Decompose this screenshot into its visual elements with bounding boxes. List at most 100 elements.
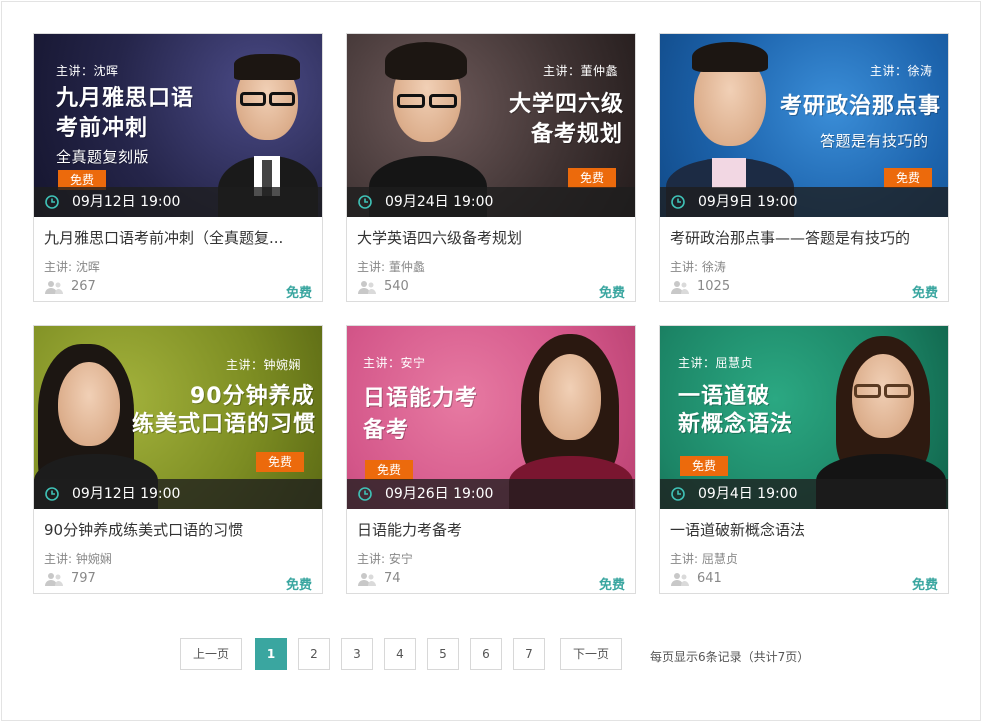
people-icon [358,572,376,586]
time-bar: 09月24日 19:00 [347,187,635,217]
price-label: 免费 [598,578,625,593]
banner-subtitle: 全真题复刻版 [56,148,150,166]
course-title[interactable]: 考研政治那点事——答题是有技巧的 [670,227,938,248]
view-count-value: 540 [384,279,409,294]
banner-lecturer: 主讲：董仲蠡 [543,64,619,78]
view-count-value: 267 [71,279,96,294]
free-badge: 免费 [568,168,616,188]
time-bar: 09月26日 19:00 [347,479,635,509]
view-count-value: 1025 [697,279,731,294]
banner-headline-line1: 大学四六级 [509,92,625,117]
free-badge: 免费 [680,456,728,476]
view-count-value: 641 [697,571,722,586]
time-bar: 09月9日 19:00 [660,187,948,217]
time-bar: 09月4日 19:00 [660,479,948,509]
people-icon [358,280,376,294]
next-page-button[interactable]: 下一页 [560,638,622,670]
course-card[interactable]: 主讲：安宁 日语能力考 备考 免费 09月26日 19:00 日语能力考备考 主… [346,325,636,594]
price-label: 免费 [911,578,938,593]
people-icon [671,280,689,294]
people-icon [45,572,63,586]
course-datetime: 09月12日 19:00 [72,486,181,502]
banner-headline-line1: 九月雅思口语 [56,86,195,111]
prev-page-button[interactable]: 上一页 [180,638,242,670]
banner-headline-line1: 考研政治那点事 [780,94,942,119]
course-banner[interactable]: 主讲：钟婉娴 90分钟养成 练美式口语的习惯 免费 09月12日 19:00 [34,326,322,509]
banner-lecturer: 主讲：屈慧贞 [678,356,754,370]
course-banner[interactable]: 主讲：董仲蠡 大学四六级 备考规划 免费 09月24日 19:00 [347,34,635,217]
banner-lecturer: 主讲：安宁 [363,356,426,370]
clock-icon [671,487,685,501]
page-button-1[interactable]: 1 [255,638,287,670]
banner-lecturer: 主讲：徐涛 [870,64,933,78]
course-banner[interactable]: 主讲：沈晖 九月雅思口语 考前冲刺 全真题复刻版 免费 09月12日 19:00 [34,34,322,217]
clock-icon [358,195,372,209]
clock-icon [45,487,59,501]
course-banner[interactable]: 主讲：徐涛 考研政治那点事 答题是有技巧的 免费 09月9日 19:00 [660,34,948,217]
page-button-5[interactable]: 5 [427,638,459,670]
course-title[interactable]: 一语道破新概念语法 [670,519,938,540]
price-label: 免费 [598,286,625,301]
course-banner[interactable]: 主讲：安宁 日语能力考 备考 免费 09月26日 19:00 [347,326,635,509]
page-button-3[interactable]: 3 [341,638,373,670]
price-label: 免费 [911,286,938,301]
view-count-value: 797 [71,571,96,586]
banner-headline-line1: 一语道破 [678,384,771,409]
free-badge: 免费 [256,452,304,472]
banner-lecturer: 主讲：钟婉娴 [226,358,302,372]
page-button-7[interactable]: 7 [513,638,545,670]
people-icon [671,572,689,586]
course-title[interactable]: 日语能力考备考 [357,519,625,540]
page-button-4[interactable]: 4 [384,638,416,670]
banner-subtitle: 答题是有技巧的 [820,132,929,150]
view-count: 74 [357,571,401,586]
clock-icon [358,487,372,501]
clock-icon [671,195,685,209]
time-bar: 09月12日 19:00 [34,479,322,509]
banner-headline-line2: 练美式口语的习惯 [132,412,317,437]
course-datetime: 09月9日 19:00 [698,194,798,210]
course-teacher: 主讲: 沈晖 [44,260,100,274]
course-teacher: 主讲: 董仲蠡 [357,260,425,274]
banner-headline-line2: 新概念语法 [678,412,794,437]
course-teacher: 主讲: 钟婉娴 [44,552,112,566]
course-datetime: 09月12日 19:00 [72,194,181,210]
view-count: 641 [670,571,722,586]
course-title[interactable]: 九月雅思口语考前冲刺（全真题复... [44,227,312,248]
people-icon [45,280,63,294]
course-teacher: 主讲: 安宁 [357,552,413,566]
course-datetime: 09月26日 19:00 [385,486,494,502]
page-button-6[interactable]: 6 [470,638,502,670]
banner-headline-line1: 90分钟养成 [190,384,315,409]
course-title[interactable]: 大学英语四六级备考规划 [357,227,625,248]
course-banner[interactable]: 主讲：屈慧贞 一语道破 新概念语法 免费 09月4日 19:00 [660,326,948,509]
page-button-2[interactable]: 2 [298,638,330,670]
course-card[interactable]: 主讲：屈慧贞 一语道破 新概念语法 免费 09月4日 19:00 一语道破新概念… [659,325,949,594]
banner-headline-line2: 备考规划 [531,122,624,147]
course-card[interactable]: 主讲：钟婉娴 90分钟养成 练美式口语的习惯 免费 09月12日 19:00 9… [33,325,323,594]
course-datetime: 09月4日 19:00 [698,486,798,502]
view-count: 267 [44,279,96,294]
course-card[interactable]: 主讲：徐涛 考研政治那点事 答题是有技巧的 免费 09月9日 19:00 考研政… [659,33,949,302]
banner-headline-line2: 备考 [363,418,410,443]
time-bar: 09月12日 19:00 [34,187,322,217]
price-label: 免费 [285,578,312,593]
course-title[interactable]: 90分钟养成练美式口语的习惯 [44,519,312,540]
course-teacher: 主讲: 徐涛 [670,260,726,274]
view-count: 797 [44,571,96,586]
page-info: 每页显示6条记录（共计7页） [650,650,810,664]
free-badge: 免费 [365,460,413,480]
price-label: 免费 [285,286,312,301]
course-card[interactable]: 主讲：沈晖 九月雅思口语 考前冲刺 全真题复刻版 免费 09月12日 19:00… [33,33,323,302]
clock-icon [45,195,59,209]
banner-lecturer: 主讲：沈晖 [56,64,119,78]
course-teacher: 主讲: 屈慧贞 [670,552,738,566]
view-count: 540 [357,279,409,294]
banner-headline-line1: 日语能力考 [363,386,479,411]
view-count: 1025 [670,279,730,294]
free-badge: 免费 [884,168,932,188]
view-count-value: 74 [384,571,401,586]
course-grid: 主讲：沈晖 九月雅思口语 考前冲刺 全真题复刻版 免费 09月12日 19:00… [33,33,951,594]
course-card[interactable]: 主讲：董仲蠡 大学四六级 备考规划 免费 09月24日 19:00 大学英语四六… [346,33,636,302]
banner-headline-line2: 考前冲刺 [56,116,149,141]
